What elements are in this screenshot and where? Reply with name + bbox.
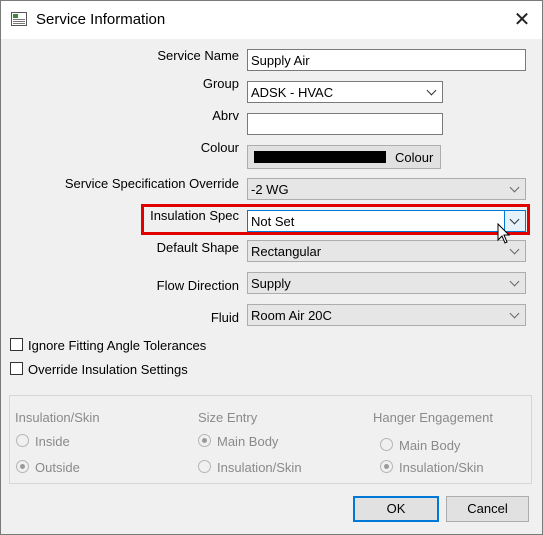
group-value: ADSK - HVAC <box>251 85 334 100</box>
override-insulation-label[interactable]: Override Insulation Settings <box>28 362 188 377</box>
spec-override-dropdown[interactable]: -2 WG <box>247 178 526 200</box>
inside-radio[interactable] <box>16 434 29 447</box>
service-information-dialog: Service Information ✕ Service Name Suppl… <box>0 0 543 535</box>
size-entry-insulation-skin-radio[interactable] <box>198 460 211 473</box>
chevron-down-icon <box>505 273 525 293</box>
flow-direction-label: Flow Direction <box>156 278 239 293</box>
colour-button[interactable]: Colour <box>247 145 441 169</box>
outside-radio[interactable] <box>16 460 29 473</box>
colour-label: Colour <box>200 140 239 155</box>
abrv-field[interactable] <box>247 113 443 135</box>
title-bar: Service Information ✕ <box>1 1 542 39</box>
fluid-value: Room Air 20C <box>251 308 332 323</box>
hanger-insulation-skin-radio[interactable] <box>380 460 393 473</box>
spec-override-label: Service Specification Override <box>64 176 239 191</box>
inside-radio-label: Inside <box>35 434 70 449</box>
service-name-label: Service Name <box>157 48 239 63</box>
colour-swatch <box>254 151 386 163</box>
ignore-tolerances-checkbox[interactable] <box>10 338 23 351</box>
override-insulation-checkbox[interactable] <box>10 362 23 375</box>
insulation-skin-heading: Insulation/Skin <box>15 410 100 425</box>
flow-direction-value: Supply <box>251 276 291 291</box>
fluid-dropdown[interactable]: Room Air 20C <box>247 304 526 326</box>
group-label: Group <box>202 76 239 91</box>
default-shape-value: Rectangular <box>251 244 322 259</box>
hanger-main-body-radio[interactable] <box>380 438 393 451</box>
fluid-label: Fluid <box>210 310 239 325</box>
hanger-engagement-heading: Hanger Engagement <box>373 410 493 425</box>
service-name-value: Supply Air <box>251 53 310 68</box>
dialog-title: Service Information <box>36 11 166 28</box>
hanger-main-body-label: Main Body <box>399 438 461 453</box>
mouse-cursor-icon <box>497 223 511 244</box>
insulation-spec-label: Insulation Spec <box>150 208 239 223</box>
spec-override-value: -2 WG <box>251 182 289 197</box>
flow-direction-dropdown[interactable]: Supply <box>247 272 526 294</box>
insulation-spec-dropdown[interactable]: Not Set <box>247 210 526 232</box>
chevron-down-icon <box>505 179 525 199</box>
size-entry-main-body-label: Main Body <box>217 434 279 449</box>
chevron-down-icon <box>422 82 442 102</box>
colour-button-label: Colour <box>395 150 434 165</box>
app-window-icon <box>11 12 27 26</box>
ok-button[interactable]: OK <box>353 496 439 522</box>
size-entry-heading: Size Entry <box>198 410 258 425</box>
size-entry-insulation-skin-label: Insulation/Skin <box>217 460 302 475</box>
outside-radio-label: Outside <box>35 460 80 475</box>
cancel-button[interactable]: Cancel <box>446 496 529 522</box>
abrv-label: Abrv <box>212 108 239 123</box>
service-name-field[interactable]: Supply Air <box>247 49 526 71</box>
insulation-spec-value: Not Set <box>251 214 295 229</box>
size-entry-main-body-radio[interactable] <box>198 434 211 447</box>
default-shape-label: Default Shape <box>156 240 239 255</box>
ignore-tolerances-label[interactable]: Ignore Fitting Angle Tolerances <box>28 338 206 353</box>
default-shape-dropdown[interactable]: Rectangular <box>247 240 526 262</box>
group-dropdown[interactable]: ADSK - HVAC <box>247 81 443 103</box>
hanger-insulation-skin-label: Insulation/Skin <box>399 460 484 475</box>
close-icon[interactable]: ✕ <box>507 5 537 35</box>
chevron-down-icon <box>505 305 525 325</box>
